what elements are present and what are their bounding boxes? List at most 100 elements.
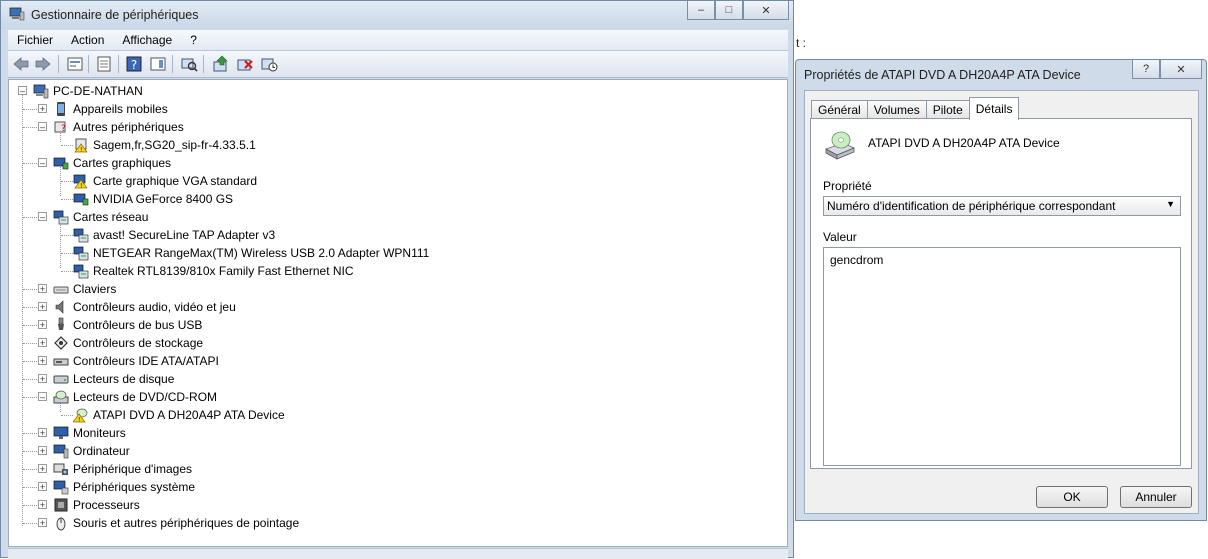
forward-arrow-icon[interactable] [34, 55, 52, 73]
tree-item[interactable]: + Appareils mobiles [9, 100, 769, 118]
menu-affichage[interactable]: Affichage [113, 30, 181, 50]
expand-toggle[interactable]: + [38, 302, 47, 312]
list-item[interactable]: gencdrom [830, 253, 883, 267]
menu-help[interactable]: ? [181, 30, 206, 50]
expand-toggle[interactable]: + [38, 518, 47, 528]
expand-toggle[interactable]: + [38, 500, 47, 510]
tree-item[interactable]: + Contrôleurs de bus USB [9, 316, 769, 334]
help-button[interactable]: ? [1132, 60, 1160, 79]
tree-item-label: avast! SecureLine TAP Adapter v3 [93, 228, 276, 242]
title-bar[interactable]: Gestionnaire de périphériques – □ ✕ [1, 1, 793, 29]
expand-toggle[interactable]: + [38, 374, 47, 384]
svg-text:!: ! [80, 183, 82, 190]
expand-toggle[interactable]: + [38, 320, 47, 330]
expand-toggle[interactable]: + [38, 104, 47, 114]
tree-item-label: Contrôleurs de bus USB [73, 318, 203, 332]
toolbar: ? [8, 51, 788, 78]
action-pane-icon[interactable] [149, 55, 167, 73]
mouse-icon [56, 517, 66, 531]
tree-item[interactable]: + Périphériques système [9, 478, 769, 496]
expand-toggle[interactable]: + [38, 482, 47, 492]
tree-item-label: Sagem,fr,SG20_sip-fr-4.33.5.1 [93, 138, 256, 152]
properties-dialog: Propriétés de ATAPI DVD A DH20A4P ATA De… [795, 59, 1207, 521]
back-arrow-icon[interactable] [12, 55, 30, 73]
dialog-body: Général Volumes Pilote Détails ATAPI DVD… [804, 90, 1199, 514]
warning-device-icon: ! [74, 138, 88, 154]
up-tree-icon[interactable] [66, 55, 84, 73]
value-listbox[interactable]: gencdrom [823, 247, 1181, 466]
expand-toggle[interactable]: + [38, 356, 47, 366]
svg-text:!: ! [80, 147, 82, 154]
tree-root[interactable]: – PC-DE-NATHAN [9, 82, 769, 100]
properties-icon[interactable] [95, 55, 113, 73]
minimize-button[interactable]: – [687, 1, 715, 20]
menu-fichier[interactable]: Fichier [8, 30, 62, 50]
tree-item-label: Realtek RTL8139/810x Family Fast Etherne… [93, 264, 354, 278]
display-adapter-icon [53, 157, 69, 170]
collapse-toggle[interactable]: – [38, 392, 47, 402]
update-driver-icon[interactable] [212, 55, 230, 73]
expand-toggle[interactable]: + [38, 284, 47, 294]
expand-toggle[interactable]: + [38, 446, 47, 456]
tab-volumes[interactable]: Volumes [866, 100, 927, 120]
camera-icon [53, 463, 68, 475]
tree-item[interactable]: + Périphérique d'images [9, 460, 769, 478]
tree-item-label: Autres périphériques [73, 120, 184, 134]
tab-general[interactable]: Général [811, 100, 868, 120]
expand-toggle[interactable]: + [38, 428, 47, 438]
tree-item[interactable]: avast! SecureLine TAP Adapter v3 [9, 226, 769, 244]
tree-item[interactable]: + Claviers [9, 280, 769, 298]
tree-item[interactable]: ! ATAPI DVD A DH20A4P ATA Device [9, 406, 769, 424]
cancel-button[interactable]: Annuler [1120, 486, 1192, 508]
computer-icon [53, 444, 69, 459]
value-label: Valeur [823, 230, 857, 244]
tree-item[interactable]: – Lecteurs de DVD/CD-ROM [9, 388, 769, 406]
scan-hardware-icon[interactable] [180, 55, 198, 73]
tree-item[interactable]: ! Sagem,fr,SG20_sip-fr-4.33.5.1 [9, 136, 769, 154]
uninstall-icon[interactable] [236, 55, 254, 73]
help-icon[interactable]: ? [125, 55, 143, 73]
expand-toggle[interactable]: + [38, 464, 47, 474]
tab-pilote[interactable]: Pilote [925, 100, 970, 120]
network-adapter-icon [73, 264, 89, 279]
collapse-toggle[interactable]: – [38, 158, 47, 168]
tree-item[interactable]: + Contrôleurs de stockage [9, 334, 769, 352]
device-manager-icon [9, 7, 25, 21]
tree-item[interactable]: + Lecteurs de disque [9, 370, 769, 388]
tree-item-label: ATAPI DVD A DH20A4P ATA Device [93, 408, 285, 422]
tree-item[interactable]: NETGEAR RangeMax(TM) Wireless USB 2.0 Ad… [9, 244, 769, 262]
tree-item[interactable]: NVIDIA GeForce 8400 GS [9, 190, 769, 208]
svg-text:?: ? [61, 124, 66, 134]
property-select[interactable]: Numéro d'identification de périphérique … [823, 196, 1181, 216]
tree-item[interactable]: + Ordinateur [9, 442, 769, 460]
collapse-toggle[interactable]: – [38, 122, 47, 132]
tree-item[interactable]: + Moniteurs [9, 424, 769, 442]
maximize-button[interactable]: □ [715, 1, 743, 20]
tree-item[interactable]: + Processeurs [9, 496, 769, 514]
tree-item[interactable]: – Cartes réseau [9, 208, 769, 226]
ok-button[interactable]: OK [1036, 486, 1108, 508]
tree-item-label: Contrôleurs audio, vidéo et jeu [73, 300, 236, 314]
menu-action[interactable]: Action [62, 30, 113, 50]
dvd-drive-icon [53, 390, 69, 404]
disable-device-icon[interactable] [260, 55, 278, 73]
collapse-toggle[interactable]: – [38, 212, 47, 222]
tree-item-label: Souris et autres périphériques de pointa… [73, 516, 300, 530]
window-title: Gestionnaire de périphériques [31, 8, 199, 22]
tree-item[interactable]: ! Carte graphique VGA standard [9, 172, 769, 190]
collapse-toggle[interactable]: – [18, 86, 27, 96]
tab-details[interactable]: Détails [968, 97, 1020, 120]
details-panel: ATAPI DVD A DH20A4P ATA Device Propriété… [810, 118, 1192, 469]
dialog-close-button[interactable]: ✕ [1160, 60, 1202, 79]
device-name: ATAPI DVD A DH20A4P ATA Device [868, 136, 1060, 150]
tree-item[interactable]: + Souris et autres périphériques de point… [9, 514, 769, 532]
tree-item[interactable]: Realtek RTL8139/810x Family Fast Etherne… [9, 262, 769, 280]
tree-item[interactable]: –? Autres périphériques [9, 118, 769, 136]
tree-item[interactable]: – Cartes graphiques [9, 154, 769, 172]
expand-toggle[interactable]: + [38, 338, 47, 348]
tree-item[interactable]: + Contrôleurs audio, vidéo et jeu [9, 298, 769, 316]
tree-item[interactable]: + Contrôleurs IDE ATA/ATAPI [9, 352, 769, 370]
tree-item-label: Cartes graphiques [73, 156, 172, 170]
network-adapter-icon [53, 210, 69, 225]
close-button[interactable]: ✕ [743, 1, 789, 20]
